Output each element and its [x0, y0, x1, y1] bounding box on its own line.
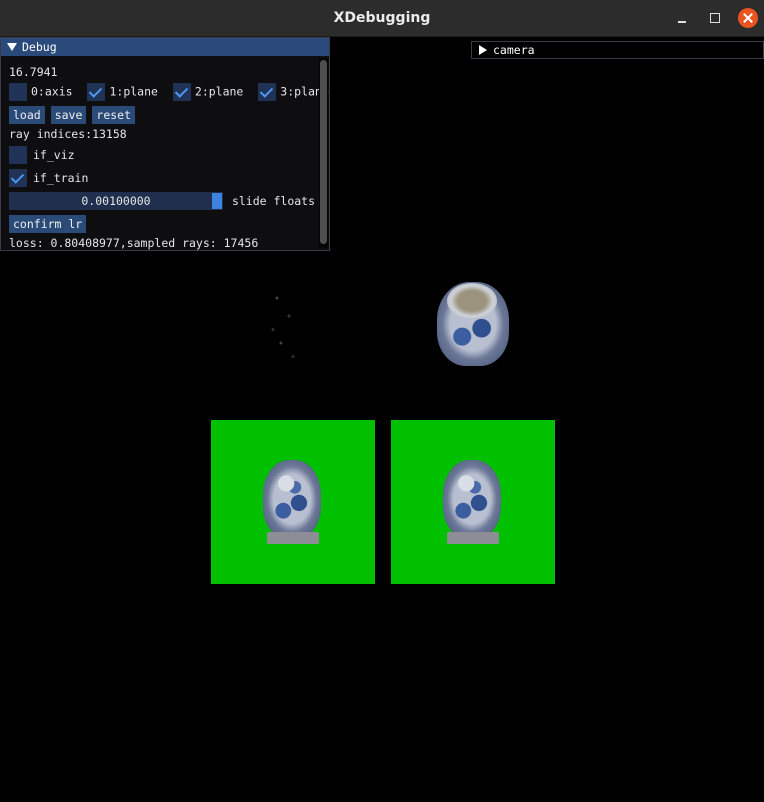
checkbox-plane-2[interactable]: 2:plane	[172, 81, 243, 102]
file-buttons-row: load save reset	[9, 104, 141, 124]
point-cloud	[265, 280, 305, 370]
debug-window-header[interactable]: Debug	[1, 38, 329, 56]
vase-base	[267, 532, 319, 544]
save-button[interactable]: save	[50, 105, 87, 124]
vase-base	[447, 532, 499, 544]
load-button[interactable]: load	[9, 105, 45, 124]
checkbox-box[interactable]	[258, 82, 277, 101]
checkbox-if-viz[interactable]: if_viz	[9, 144, 75, 164]
slider-label: slide floats	[231, 193, 316, 208]
training-status-text: loss: 0.80408977,sampled rays: 17456	[9, 236, 259, 250]
expand-triangle-icon[interactable]	[479, 45, 487, 55]
title-bar[interactable]: XDebugging	[0, 0, 764, 37]
debug-window-title: Debug	[22, 40, 57, 54]
render-view-right	[391, 420, 555, 584]
checkbox-box[interactable]	[172, 82, 191, 101]
vase-render	[263, 460, 321, 538]
close-icon[interactable]	[738, 8, 758, 28]
checkbox-axis[interactable]: 0:axis	[9, 81, 73, 102]
checkbox-if-train[interactable]: if_train	[9, 167, 88, 187]
render-view-left	[211, 420, 375, 584]
window-title: XDebugging	[333, 10, 431, 26]
reset-button[interactable]: reset	[92, 105, 136, 124]
camera-panel-title: camera	[493, 43, 535, 57]
scrollbar-thumb[interactable]	[320, 60, 327, 244]
checkbox-box[interactable]	[9, 145, 27, 164]
confirm-row: confirm lr	[9, 213, 92, 233]
camera-panel-header[interactable]: camera	[471, 41, 764, 59]
checkbox-box[interactable]	[9, 82, 27, 101]
checkbox-box[interactable]	[9, 168, 27, 187]
slider-value: 0.00100000	[81, 193, 151, 208]
checkbox-box[interactable]	[87, 82, 106, 101]
confirm-lr-button[interactable]: confirm lr	[9, 214, 87, 233]
debug-scrollbar[interactable]	[319, 58, 328, 248]
collapse-triangle-icon[interactable]	[7, 43, 17, 51]
fps-readout: 16.7941	[9, 65, 58, 79]
plane-checkbox-row: 0:axis 1:plane 2:plane 3:plane	[9, 81, 337, 101]
render-viewport[interactable]	[0, 252, 764, 802]
lr-slider-row: 0.00100000 slide floats	[9, 190, 315, 210]
vase-opening	[447, 283, 497, 319]
minimize-icon[interactable]	[672, 8, 692, 28]
lr-slider[interactable]: 0.00100000	[9, 191, 223, 210]
maximize-icon[interactable]	[705, 8, 725, 28]
slider-grab-handle[interactable]	[212, 192, 222, 209]
vase-render	[443, 460, 501, 538]
debug-window[interactable]: Debug 16.7941 0:axis 1:plane 2:plane 3:p…	[0, 37, 330, 251]
ray-indices-text: ray indices:13158	[9, 127, 127, 141]
checkbox-plane-1[interactable]: 1:plane	[87, 81, 158, 102]
